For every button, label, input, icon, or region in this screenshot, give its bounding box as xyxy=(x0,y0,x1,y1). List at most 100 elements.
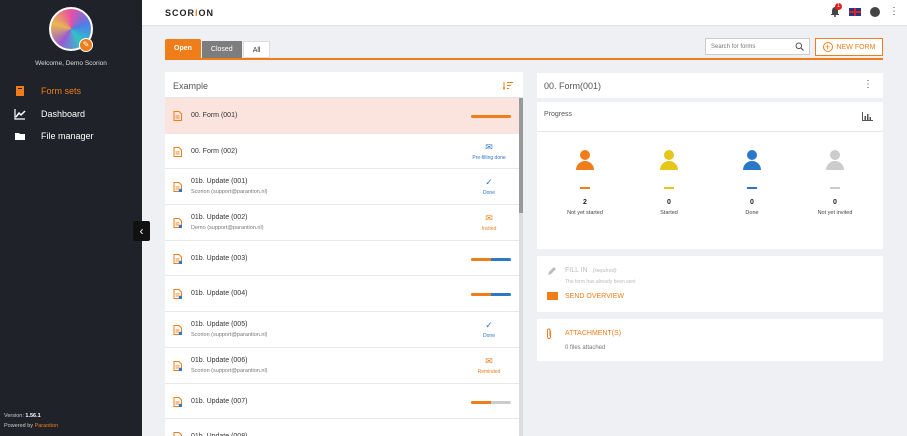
stat-count: 0 xyxy=(667,199,671,206)
status-tabs: Open Closed All xyxy=(165,39,271,58)
progress-bar xyxy=(471,257,511,261)
stat-label: Not yet started xyxy=(567,210,603,216)
powered-by-link[interactable]: Parantion xyxy=(35,423,59,429)
sidebar-item-label: File manager xyxy=(41,131,94,141)
progress-stat: 2 Not yet started xyxy=(550,150,620,216)
edit-avatar-icon[interactable]: ✎ xyxy=(79,38,93,52)
more-options-icon[interactable]: ⋮ xyxy=(889,6,899,17)
form-document-icon xyxy=(173,146,182,157)
envelope-open-icon: ✉ xyxy=(485,141,493,152)
list-item[interactable]: 01b. Update (004) xyxy=(165,276,523,313)
list-item-title: 00. Form (002) xyxy=(191,147,238,155)
status-badge: ✓ Done xyxy=(467,178,511,197)
form-sets-icon xyxy=(14,85,26,97)
search-icon[interactable] xyxy=(795,42,804,51)
plus-icon: + xyxy=(822,42,833,52)
new-form-button[interactable]: + NEW FORM xyxy=(815,38,883,56)
form-document-icon xyxy=(173,396,183,407)
progress-bar xyxy=(471,400,511,404)
sidebar-item-dashboard[interactable]: Dashboard xyxy=(14,107,85,121)
attachments-count: 0 files attached xyxy=(565,345,606,351)
progress-panel: Progress 2 Not yet started 0 Started 0 D… xyxy=(537,102,883,249)
list-item-title: 01b. Update (003) xyxy=(191,254,248,262)
user-account-icon[interactable] xyxy=(870,6,880,17)
sort-icon[interactable] xyxy=(503,81,513,90)
list-item[interactable]: 01b. Update (008) xyxy=(165,419,523,436)
stat-count: 0 xyxy=(750,199,754,206)
person-icon xyxy=(742,150,762,172)
scrollbar-thumb[interactable] xyxy=(519,98,523,213)
sidebar-item-form-sets[interactable]: Form sets xyxy=(14,84,81,98)
attachments-panel: ATTACHMENT(S) 0 files attached xyxy=(537,319,883,361)
status-badge: ✓ Done xyxy=(467,320,511,340)
list-item-subtitle: Scorion (support@parantion.nl) xyxy=(191,367,268,374)
stat-count: 2 xyxy=(583,199,587,206)
check-icon: ✓ xyxy=(485,320,493,331)
list-scrollbar[interactable] xyxy=(519,98,523,436)
bar-chart-icon[interactable] xyxy=(862,112,873,121)
progress-stat: 0 Done xyxy=(717,150,787,216)
notifications-bell-icon[interactable]: 1 xyxy=(830,3,842,17)
list-item[interactable]: 00. Form (002) ✉ Pre-filling done xyxy=(165,133,523,170)
list-item[interactable]: 01b. Update (007) xyxy=(165,383,523,420)
language-flag-icon[interactable] xyxy=(849,7,861,16)
stat-count: 0 xyxy=(833,199,837,206)
progress-stat: 0 Started xyxy=(634,150,704,216)
form-list-panel: Example 00. Form (001) 00. Form (002) ✉ Pre… xyxy=(165,72,523,436)
collapse-sidebar-button[interactable]: ‹ xyxy=(133,221,150,241)
form-document-icon xyxy=(173,182,183,193)
form-document-icon xyxy=(173,253,183,265)
progress-bar xyxy=(471,115,511,118)
list-item[interactable]: 01b. Update (006) Scorion (support@parant… xyxy=(165,347,523,384)
list-item-subtitle: Scorion (support@parantion.nl) xyxy=(191,332,268,339)
status-badge: ✉ Invited xyxy=(467,213,511,233)
version-info: Version: 1.56.1 xyxy=(4,413,41,419)
envelope-icon: ✉ xyxy=(485,213,493,224)
notification-badge: 1 xyxy=(835,3,842,10)
list-item-subtitle: Demo (support@parantion.nl) xyxy=(191,225,264,232)
list-item[interactable]: 01b. Update (002) Demo (support@parantion… xyxy=(165,205,523,241)
attachments-title[interactable]: ATTACHMENT(S) xyxy=(565,330,621,337)
person-icon xyxy=(659,150,679,172)
form-document-icon xyxy=(173,360,183,372)
list-item-title: 01b. Update (002) xyxy=(191,214,248,222)
form-options-icon[interactable]: ⋮ xyxy=(863,79,873,90)
paperclip-icon xyxy=(547,328,551,340)
list-item-title: 01b. Update (006) xyxy=(191,356,248,364)
already-sent-note: The form has already been sent xyxy=(565,279,636,285)
progress-title: Progress xyxy=(544,111,573,118)
stat-label: Not yet invited xyxy=(817,210,853,216)
tab-all[interactable]: All xyxy=(242,41,271,58)
stat-label: Done xyxy=(745,210,759,216)
stat-label: Started xyxy=(660,210,678,216)
list-item-title: 01b. Update (001) xyxy=(191,178,248,186)
form-document-icon xyxy=(173,325,183,336)
person-icon xyxy=(575,150,595,172)
tab-closed[interactable]: Closed xyxy=(201,41,242,58)
progress-stat: 0 Not yet invited xyxy=(800,150,870,216)
search-input[interactable]: Search for forms xyxy=(705,38,810,55)
form-detail-header: 00. Form(001) ⋮ xyxy=(537,73,883,98)
form-document-icon xyxy=(173,432,182,436)
list-item[interactable]: 01b. Update (005) Scorion (support@parant… xyxy=(165,312,523,348)
list-item-subtitle: Scorion (support@parantion.nl) xyxy=(191,189,268,196)
actions-panel: FILL IN (required) The form has already b… xyxy=(537,256,883,312)
sidebar-item-file-manager[interactable]: File manager xyxy=(14,129,94,143)
progress-bar xyxy=(471,293,511,297)
welcome-text: Welcome, Demo Scorion xyxy=(35,60,107,67)
app-logo: SCORION xyxy=(165,8,215,18)
form-document-icon xyxy=(173,111,182,121)
send-overview-button[interactable]: SEND OVERVIEW xyxy=(565,293,624,300)
dashboard-icon xyxy=(14,108,26,120)
list-item-title: 00. Form (001) xyxy=(191,112,238,119)
envelope-icon: ✉ xyxy=(485,355,493,366)
list-item[interactable]: 00. Form (001) xyxy=(165,98,523,134)
folder-icon xyxy=(14,130,26,142)
list-item[interactable]: 01b. Update (001) Scorion (support@parant… xyxy=(165,169,523,206)
form-detail-title: 00. Form(001) xyxy=(544,81,602,91)
tab-open[interactable]: Open xyxy=(165,39,201,58)
list-item[interactable]: 01b. Update (003) xyxy=(165,240,523,277)
list-item-title: 01b. Update (005) xyxy=(191,321,248,329)
sidebar-item-label: Form sets xyxy=(41,86,82,96)
person-icon xyxy=(825,150,845,172)
